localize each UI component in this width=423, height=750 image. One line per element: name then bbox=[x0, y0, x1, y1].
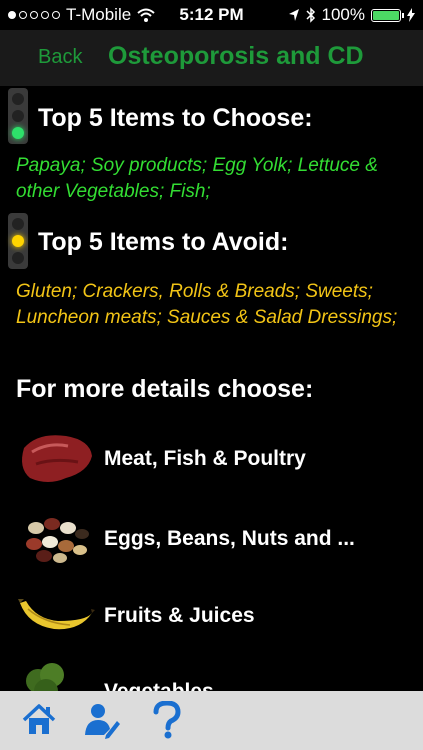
tab-help[interactable] bbox=[146, 699, 188, 741]
category-eggs-beans-nuts[interactable]: Eggs, Beans, Nuts and ... bbox=[0, 503, 423, 573]
location-arrow-icon bbox=[288, 9, 299, 21]
question-icon bbox=[153, 701, 181, 739]
category-label: Eggs, Beans, Nuts and ... bbox=[104, 527, 355, 550]
tab-bar bbox=[0, 691, 423, 750]
back-button[interactable]: Back bbox=[38, 46, 82, 69]
bluetooth-icon bbox=[305, 7, 315, 23]
avoid-heading: Top 5 Items to Avoid: bbox=[38, 228, 289, 256]
nav-bar: Back Osteoporosis and CD bbox=[0, 30, 423, 86]
choose-items: Papaya; Soy products; Egg Yolk; Lettuce … bbox=[16, 155, 378, 202]
avoid-items: Gluten; Crackers, Rolls & Breads; Sweets… bbox=[16, 281, 398, 328]
yellow-traffic-light-icon bbox=[8, 213, 28, 269]
user-edit-icon bbox=[85, 704, 120, 739]
banana-icon bbox=[18, 599, 95, 630]
tab-home[interactable] bbox=[18, 699, 60, 741]
category-label: Fruits & Juices bbox=[104, 604, 255, 627]
page-title: Osteoporosis and CD bbox=[108, 42, 364, 70]
category-meat[interactable]: Meat, Fish & Poultry bbox=[0, 423, 423, 493]
beans-icon bbox=[26, 518, 89, 563]
category-label: Meat, Fish & Poultry bbox=[104, 447, 306, 470]
home-icon bbox=[22, 704, 56, 734]
battery-percent: 100% bbox=[321, 5, 365, 24]
charging-bolt-icon bbox=[407, 8, 415, 22]
status-right: 100% bbox=[288, 5, 415, 25]
category-fruits[interactable]: Fruits & Juices bbox=[0, 580, 423, 650]
tab-profile[interactable] bbox=[80, 699, 122, 741]
meat-icon bbox=[22, 435, 92, 482]
details-heading: For more details choose: bbox=[16, 375, 314, 403]
green-traffic-light-icon bbox=[8, 88, 28, 144]
choose-heading: Top 5 Items to Choose: bbox=[38, 104, 313, 132]
status-bar: T-Mobile 5:12 PM 100% bbox=[0, 0, 423, 30]
battery-icon bbox=[371, 8, 404, 22]
